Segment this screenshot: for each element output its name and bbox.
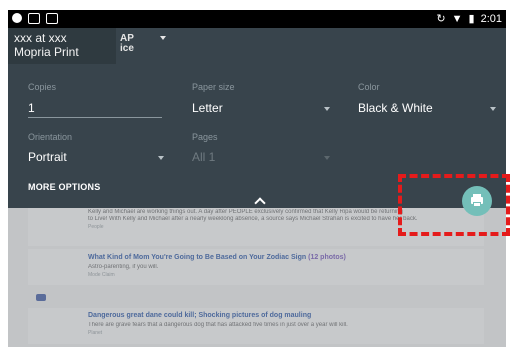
copies-label: Copies [28, 82, 57, 92]
list-item: Dangerous great dane could kill; Shockin… [28, 308, 484, 344]
pages-select: All 1 [192, 150, 216, 164]
color-label: Color [358, 82, 380, 92]
copies-underline [28, 117, 162, 118]
orientation-select[interactable]: Portrait [28, 150, 67, 164]
printer-selector-behind: AP ice [120, 33, 134, 54]
paper-size-label: Paper size [192, 82, 235, 92]
notification-icon [12, 13, 22, 23]
wifi-icon: ▼ [451, 12, 463, 25]
collapse-chevron-icon[interactable] [254, 197, 266, 209]
printer-service: Mopria Print [14, 45, 79, 59]
status-bar: ↻ ▼ ▮ 2:01 [8, 10, 506, 28]
printer-selector[interactable]: xxx at xxx Mopria Print [8, 28, 116, 64]
sync-icon: ↻ [436, 13, 446, 25]
badge-icon [36, 294, 46, 301]
highlight-box [398, 174, 510, 236]
copies-input[interactable]: 1 [28, 101, 35, 115]
more-options-button[interactable]: MORE OPTIONS [28, 182, 100, 192]
screen-icon [28, 13, 40, 24]
color-select[interactable]: Black & White [358, 101, 433, 115]
printer-name: xxx at xxx [14, 31, 67, 45]
printer-dropdown-icon[interactable] [160, 36, 166, 40]
screenshot-frame: ↻ ▼ ▮ 2:01 AP ice xxx at xxx Mopria Prin… [0, 0, 514, 347]
color-dropdown-icon[interactable] [490, 107, 496, 111]
orientation-label: Orientation [28, 132, 73, 142]
paper-size-dropdown-icon[interactable] [324, 107, 330, 111]
pages-dropdown-icon [324, 156, 330, 160]
orientation-dropdown-icon[interactable] [158, 156, 164, 160]
battery-icon: ▮ [468, 13, 475, 25]
paper-size-select[interactable]: Letter [192, 101, 223, 115]
download-icon [46, 13, 58, 24]
clock: 2:01 [480, 12, 502, 25]
list-item: What Kind of Mom You're Going to Be Base… [28, 249, 484, 285]
pages-label: Pages [192, 132, 218, 142]
